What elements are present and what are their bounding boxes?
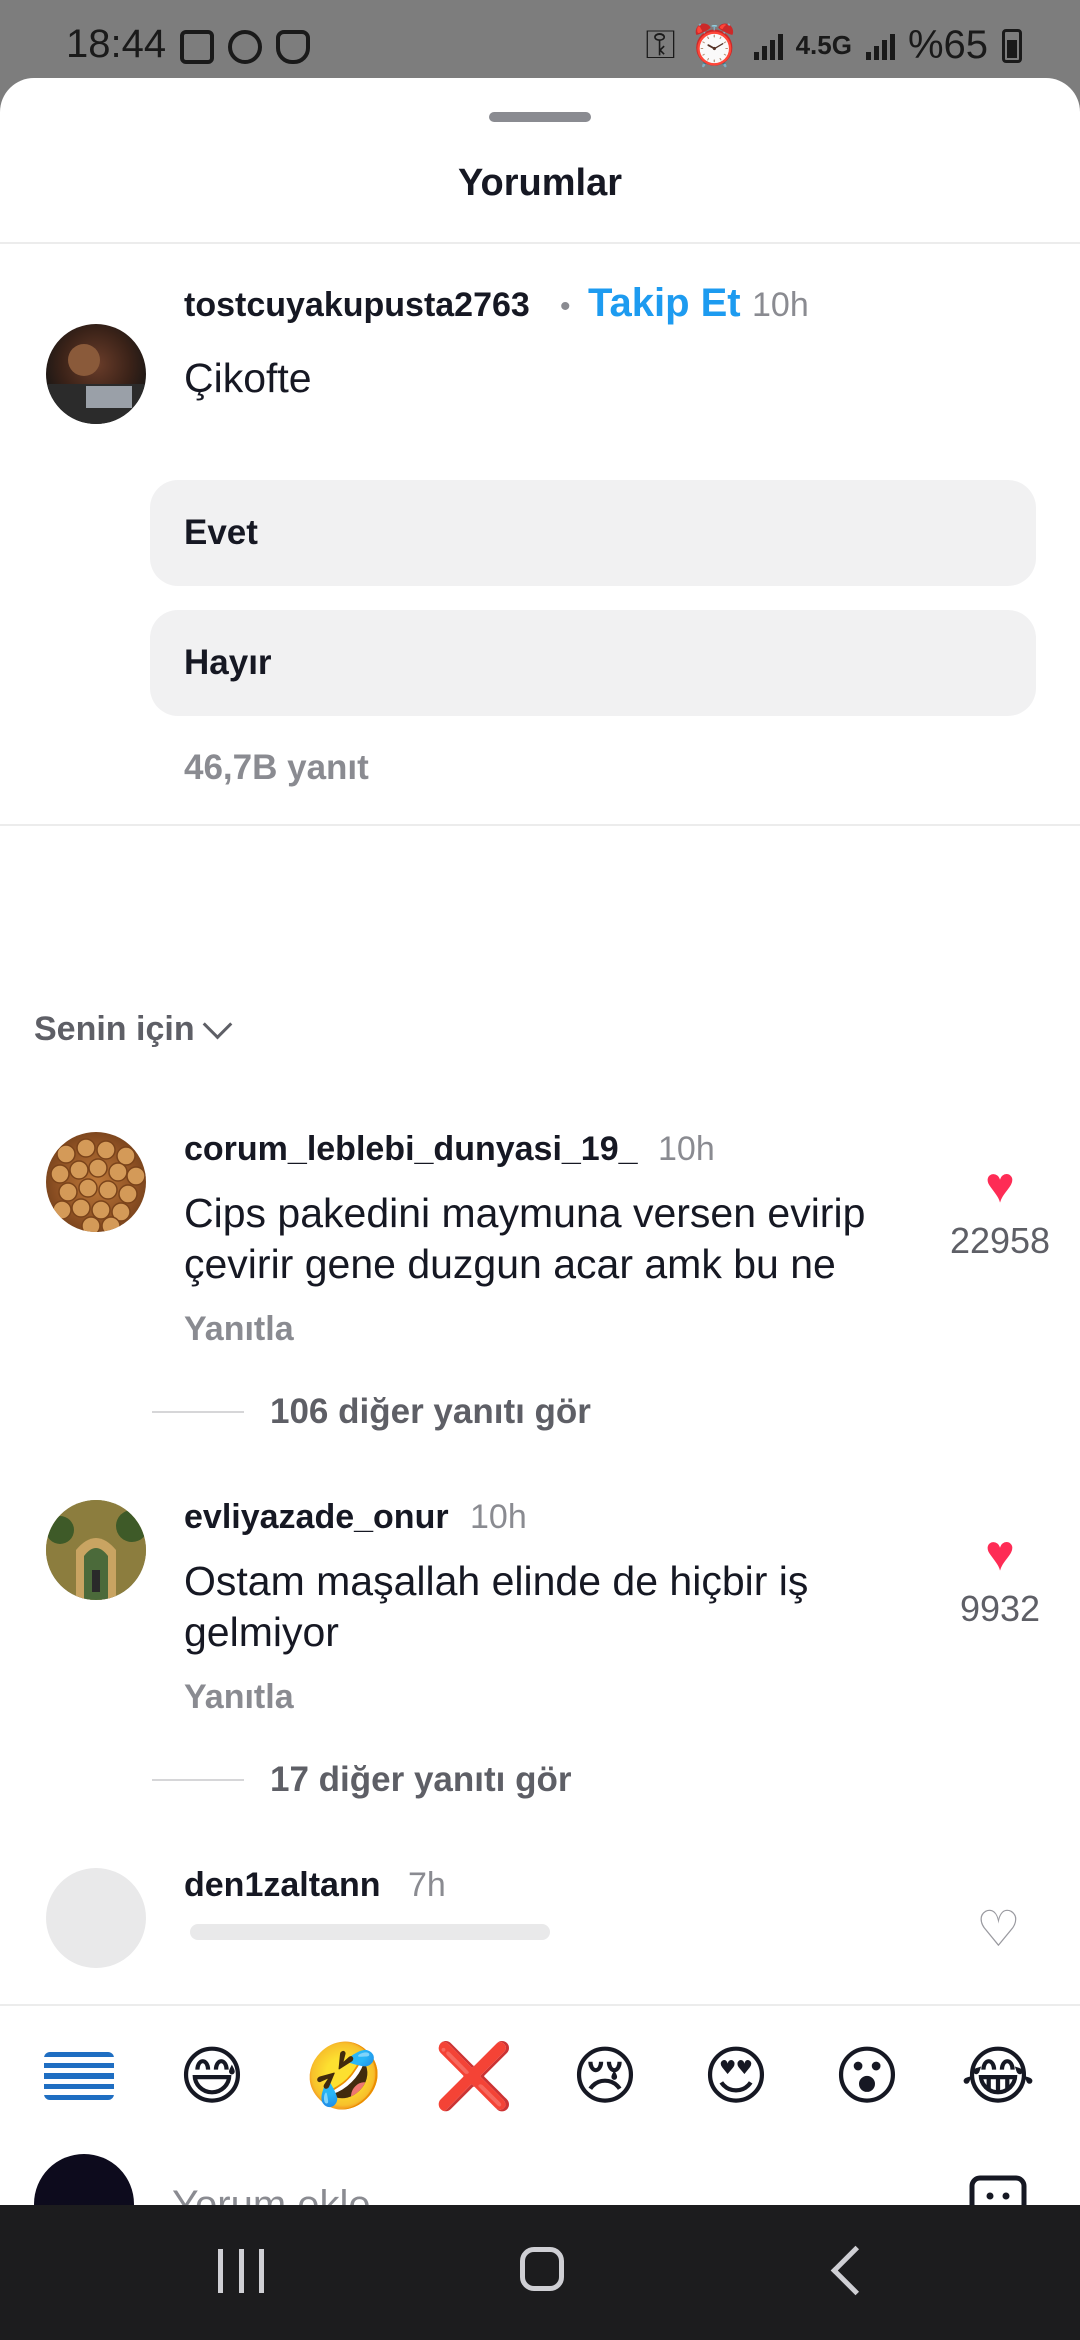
emoji-quick-bar: 😅 🤣 ❌ 😢 😍 😮 😂	[0, 2038, 1080, 2114]
like-count: 9932	[959, 1588, 1041, 1629]
view-more-replies-label: 106 diğer yanıtı gör	[270, 1392, 591, 1431]
reply-count[interactable]: 46,7B yanıt	[184, 748, 369, 788]
thread-line	[152, 1779, 244, 1781]
back-icon[interactable]	[830, 2245, 881, 2296]
separator-dot: •	[560, 290, 571, 323]
username[interactable]: tostcuyakupusta2763	[184, 286, 530, 325]
my-avatar[interactable]	[34, 2154, 134, 2205]
emoji-cross-mark[interactable]: ❌	[434, 2038, 514, 2114]
status-right-icons: ⚿ ⏰ 4.5G %65	[645, 22, 1022, 69]
username[interactable]: corum_leblebi_dunyasi_19_	[184, 1130, 638, 1169]
greek-flag-emoji[interactable]	[44, 2052, 114, 2100]
like-button[interactable]: ♥ 22958	[930, 1158, 1070, 1262]
comment-time: 10h	[658, 1130, 715, 1168]
key-icon: ⚿	[645, 23, 676, 67]
comment-text: Çikofte	[184, 355, 312, 401]
username[interactable]: den1zaltann	[184, 1866, 380, 1905]
section-divider	[0, 824, 1080, 826]
emoji-heart-eyes[interactable]: 😍	[696, 2038, 776, 2114]
avatar[interactable]	[46, 324, 146, 424]
reply-button[interactable]: Yanıtla	[184, 1678, 294, 1717]
battery-level: %65	[907, 23, 988, 67]
comment-time: 10h	[470, 1498, 527, 1536]
sheet-drag-handle[interactable]	[489, 112, 591, 122]
comment-time: 10h	[752, 286, 809, 324]
sheet-title: Yorumlar	[457, 162, 622, 204]
avatar[interactable]	[46, 1132, 146, 1232]
home-icon[interactable]	[520, 2247, 564, 2291]
emoji-surprised[interactable]: 😮	[827, 2038, 907, 2114]
emoji-joy[interactable]: 😂	[958, 2038, 1038, 2114]
signal-icon	[753, 32, 783, 60]
chevron-down-icon	[202, 1009, 232, 1040]
heart-outline-icon[interactable]: ♡	[976, 1900, 1021, 1958]
comment-composer: 😅 🤣 ❌ 😢 😍 😮 😂	[0, 2004, 1080, 2205]
follow-button[interactable]: Takip Et	[588, 281, 741, 326]
avatar-placeholder[interactable]	[46, 1868, 146, 1968]
network-type: 4.5G	[795, 30, 852, 60]
avatar[interactable]	[46, 1500, 146, 1600]
poll-option-yes[interactable]: Evet	[150, 480, 1036, 586]
comment-text-placeholder	[190, 1924, 550, 1940]
comment-time: 7h	[408, 1866, 446, 1904]
alarm-icon: ⏰	[689, 24, 740, 68]
poll-option-no[interactable]: Hayır	[150, 610, 1036, 716]
sort-dropdown[interactable]: Senin için	[34, 1009, 232, 1049]
system-nav-bar	[0, 2205, 1080, 2340]
emoji-rofl[interactable]: 🤣	[304, 2038, 384, 2114]
sort-label: Senin için	[34, 1010, 195, 1048]
image-icon	[180, 30, 214, 64]
username[interactable]: evliyazade_onur	[184, 1498, 449, 1537]
signal-icon	[865, 32, 895, 60]
header-divider	[0, 242, 1080, 244]
emoji-crying[interactable]: 😢	[565, 2038, 645, 2114]
view-more-replies[interactable]: 17 diğer yanıtı gör	[152, 1760, 571, 1800]
ad-icon	[228, 30, 262, 64]
heart-icon: ♥	[985, 1157, 1015, 1213]
status-left-icons	[180, 30, 310, 64]
comment-input[interactable]	[170, 2174, 934, 2205]
status-time: 18:44	[66, 22, 167, 66]
view-more-replies-label: 17 diğer yanıtı gör	[270, 1760, 572, 1799]
view-more-replies[interactable]: 106 diğer yanıtı gör	[152, 1392, 591, 1432]
recents-icon[interactable]	[218, 2249, 264, 2293]
battery-icon	[1002, 28, 1022, 63]
comments-sheet: Yorumlar tostcuyakupusta2763 • Takip Et …	[0, 78, 1080, 2205]
reply-button[interactable]: Yanıtla	[184, 1310, 294, 1349]
comment-text: Cips pakedini maymuna versen evirip çevi…	[184, 1190, 866, 1287]
shield-icon	[276, 30, 310, 64]
heart-icon: ♥	[985, 1525, 1015, 1581]
emoji-sweat-smile[interactable]: 😅	[172, 2038, 252, 2114]
thread-line	[152, 1411, 244, 1413]
status-bar: 18:44 ⚿ ⏰ 4.5G %65	[0, 0, 1080, 90]
comment-text: Ostam maşallah elinde de hiçbir iş gelmi…	[184, 1558, 809, 1655]
sticker-icon[interactable]	[966, 2172, 1030, 2205]
like-count: 22958	[949, 1220, 1051, 1261]
like-button[interactable]: ♥ 9932	[930, 1526, 1070, 1630]
